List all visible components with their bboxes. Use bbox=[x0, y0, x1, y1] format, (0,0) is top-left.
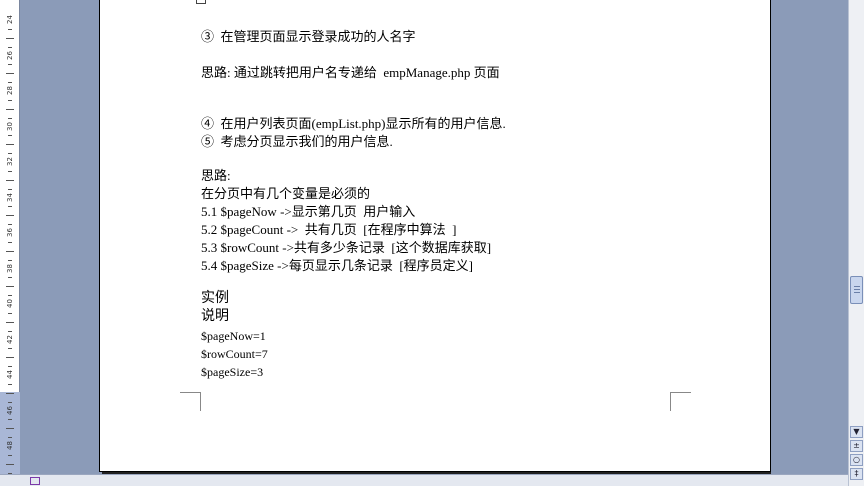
ruler-label: 40 bbox=[6, 299, 14, 309]
ruler-tick bbox=[8, 64, 12, 66]
ruler-tick bbox=[8, 241, 12, 243]
ruler-tick bbox=[8, 99, 12, 101]
ruler-tick bbox=[6, 37, 14, 39]
ruler-label: 30 bbox=[6, 122, 14, 131]
vertical-scrollbar[interactable]: ▼ ± ○ ‡ bbox=[848, 0, 864, 486]
ruler-tick bbox=[8, 437, 12, 439]
ruler-label: 44 bbox=[6, 370, 14, 380]
doc-line-5-1: 5.1 $pageNow ->显示第几页 用户输入 bbox=[201, 204, 416, 219]
doc-line-5-3: 5.3 $rowCount ->共有多少条记录 [这个数据库获取] bbox=[201, 240, 492, 255]
ruler-tick bbox=[8, 224, 12, 226]
ruler-tick bbox=[8, 153, 12, 155]
next-page-button[interactable]: ‡ bbox=[850, 468, 863, 480]
ruler-label: 24 bbox=[6, 15, 14, 25]
grip-line bbox=[854, 289, 860, 290]
ruler-tick bbox=[8, 82, 12, 84]
ruler-tick bbox=[8, 348, 12, 350]
ruler-tick bbox=[6, 357, 14, 359]
document-gutter bbox=[20, 0, 100, 474]
ruler-tick bbox=[8, 366, 12, 368]
document-page[interactable]: ③ 在管理页面显示登录成功的人名字 思路: 通过跳转把用户名专递给 empMan… bbox=[99, 0, 771, 472]
doc-line-pagenow: $pageNow=1 bbox=[201, 329, 266, 343]
ruler-tick bbox=[8, 117, 12, 119]
ruler-tick bbox=[8, 401, 12, 403]
doc-line-5-4: 5.4 $pageSize ->每页显示几条记录 [程序员定义] bbox=[201, 258, 473, 273]
ruler-tick bbox=[6, 250, 14, 252]
ruler-tick bbox=[6, 463, 14, 465]
ruler-tick bbox=[6, 108, 14, 110]
ruler-label: 32 bbox=[6, 157, 14, 167]
ruler-tick bbox=[6, 392, 14, 394]
ruler-tick bbox=[8, 259, 12, 261]
vertical-ruler[interactable]: 24 26 28 30 32 34 36 38 40 42 44 46 48 bbox=[0, 0, 20, 474]
ruler-tick bbox=[6, 215, 14, 217]
ruler-label: 38 bbox=[6, 264, 14, 273]
doc-line-5-2: 5.2 $pageCount -> 共有几页 [在程序中算法 ] bbox=[201, 222, 457, 237]
document-background-right bbox=[771, 0, 847, 474]
margin-corner-left bbox=[180, 392, 201, 411]
doc-line-4: ④ 在用户列表页面(empList.php)显示所有的用户信息. bbox=[201, 116, 506, 131]
doc-line-3: ③ 在管理页面显示登录成功的人名字 bbox=[201, 29, 416, 44]
ruler-label: 48 bbox=[6, 441, 14, 451]
ruler-tick bbox=[6, 144, 14, 146]
ruler-label: 34 bbox=[6, 193, 14, 202]
ruler-tick bbox=[8, 312, 12, 314]
doc-line-explain: 说明 bbox=[201, 309, 229, 324]
ruler-label: 26 bbox=[6, 51, 14, 60]
ruler-tick bbox=[8, 188, 12, 190]
ruler-tick bbox=[8, 383, 12, 385]
margin-corner-right bbox=[670, 392, 691, 411]
ruler-tick bbox=[6, 73, 14, 75]
doc-line-idea-1: 思路: 通过跳转把用户名专递给 empManage.php 页面 bbox=[201, 65, 500, 80]
ruler-label: 46 bbox=[6, 406, 14, 415]
ruler-tick bbox=[8, 454, 12, 456]
doc-line-rowcount: $rowCount=7 bbox=[201, 347, 268, 361]
ruler-tick bbox=[8, 330, 12, 332]
ruler-tick bbox=[6, 179, 14, 181]
ruler-label: 36 bbox=[6, 228, 14, 238]
ruler-tick bbox=[6, 428, 14, 430]
select-browse-object-button[interactable]: ○ bbox=[850, 454, 863, 466]
scroll-down-button[interactable]: ▼ bbox=[850, 426, 863, 438]
doc-line-idea-2: 思路: bbox=[201, 168, 231, 183]
ruler-tick bbox=[8, 419, 12, 421]
ruler-tick bbox=[6, 286, 14, 288]
horizontal-scroll-strip[interactable] bbox=[0, 474, 848, 486]
grip-line bbox=[854, 286, 860, 287]
ruler-tick bbox=[8, 295, 12, 297]
doc-line-example: 实例 bbox=[201, 291, 229, 306]
checkbox-bullet-icon bbox=[196, 0, 206, 4]
ruler-tick bbox=[8, 135, 12, 137]
scrollbar-thumb[interactable] bbox=[850, 276, 863, 304]
previous-page-button[interactable]: ± bbox=[850, 440, 863, 452]
ruler-label: 28 bbox=[6, 86, 14, 96]
ruler-tick bbox=[6, 321, 14, 323]
ruler-tick bbox=[8, 170, 12, 172]
grip-line bbox=[854, 292, 860, 293]
doc-line-5: ⑤ 考虑分页显示我们的用户信息. bbox=[201, 134, 393, 149]
ruler-tick bbox=[8, 206, 12, 208]
ruler-tick bbox=[8, 46, 12, 48]
ruler-tick bbox=[8, 277, 12, 279]
ruler-label: 42 bbox=[6, 335, 14, 344]
doc-line-variables-intro: 在分页中有几个变量是必须的 bbox=[201, 186, 371, 201]
doc-line-pagesize: $pageSize=3 bbox=[201, 365, 264, 379]
ruler-tick bbox=[8, 28, 12, 30]
view-mode-icon[interactable] bbox=[30, 477, 40, 485]
